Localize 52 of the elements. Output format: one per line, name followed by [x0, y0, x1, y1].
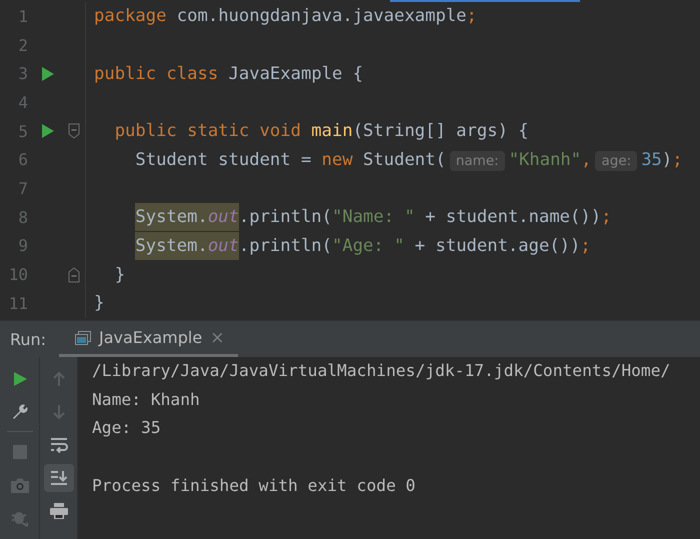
- line-number: 2: [17, 36, 28, 55]
- line-number: 6: [17, 150, 28, 170]
- code-text: Student student =: [135, 150, 312, 170]
- punctuation: ;: [672, 150, 683, 170]
- method-name: main: [311, 121, 353, 142]
- code-text: JavaExample {: [228, 64, 364, 84]
- highlighted-usage: System.out: [135, 203, 239, 232]
- punctuation: ;: [466, 6, 477, 26]
- line-number: 3: [17, 64, 28, 84]
- line-number: 10: [8, 265, 28, 284]
- parameter-hint: name:: [450, 150, 505, 171]
- line-number: 1: [17, 6, 28, 26]
- fold-icon[interactable]: [68, 266, 80, 283]
- line-number: 8: [17, 208, 28, 227]
- parameter-hint: age:: [595, 150, 638, 171]
- string-literal: "Name: ": [332, 207, 415, 228]
- console-line: Process finished with exit code 0: [92, 474, 416, 497]
- console-line: Age: 35: [92, 417, 162, 440]
- code-text: }: [94, 293, 104, 314]
- line-number: 7: [17, 178, 28, 198]
- line-number: 5: [17, 122, 28, 141]
- fold-icon[interactable]: [68, 123, 80, 140]
- line-number: 9: [17, 236, 28, 256]
- punctuation: ;: [580, 236, 591, 256]
- keyword: new: [322, 150, 353, 170]
- code-text: Student(: [362, 150, 446, 170]
- console-line: /Library/Java/JavaVirtualMachines/jdk-17.jdk/Contents/Home/: [92, 360, 672, 382]
- code-text: }: [114, 264, 126, 285]
- keyword: public class: [94, 64, 220, 84]
- code-text: ): [662, 150, 672, 170]
- run-icon[interactable]: [42, 66, 54, 81]
- string-literal: "Age: ": [332, 236, 404, 256]
- line-number: 11: [8, 294, 28, 313]
- keyword: package: [94, 6, 168, 26]
- punctuation: ,: [581, 150, 592, 170]
- console-line: Name: Khanh: [92, 388, 201, 411]
- run-icon[interactable]: [42, 124, 54, 138]
- highlighted-usage: System.out: [135, 232, 239, 260]
- code-text: .println(: [238, 236, 332, 256]
- code-text: .println(: [238, 207, 332, 228]
- line-number: 4: [17, 92, 28, 112]
- punctuation: ;: [601, 207, 612, 228]
- scroll-to-end-icon[interactable]: [44, 464, 74, 492]
- keyword: public static void: [114, 121, 302, 142]
- string-literal: "Khanh": [508, 150, 582, 170]
- code-text: com.huongdanjava.javaexample: [176, 6, 467, 26]
- window-icon: [75, 330, 91, 344]
- run-label: Run:: [9, 328, 48, 350]
- number-literal: 35: [641, 150, 662, 170]
- code-text: + student.age()): [414, 236, 580, 256]
- code-text: (String[] args) {: [352, 121, 529, 142]
- code-text: + student.name()): [424, 207, 602, 228]
